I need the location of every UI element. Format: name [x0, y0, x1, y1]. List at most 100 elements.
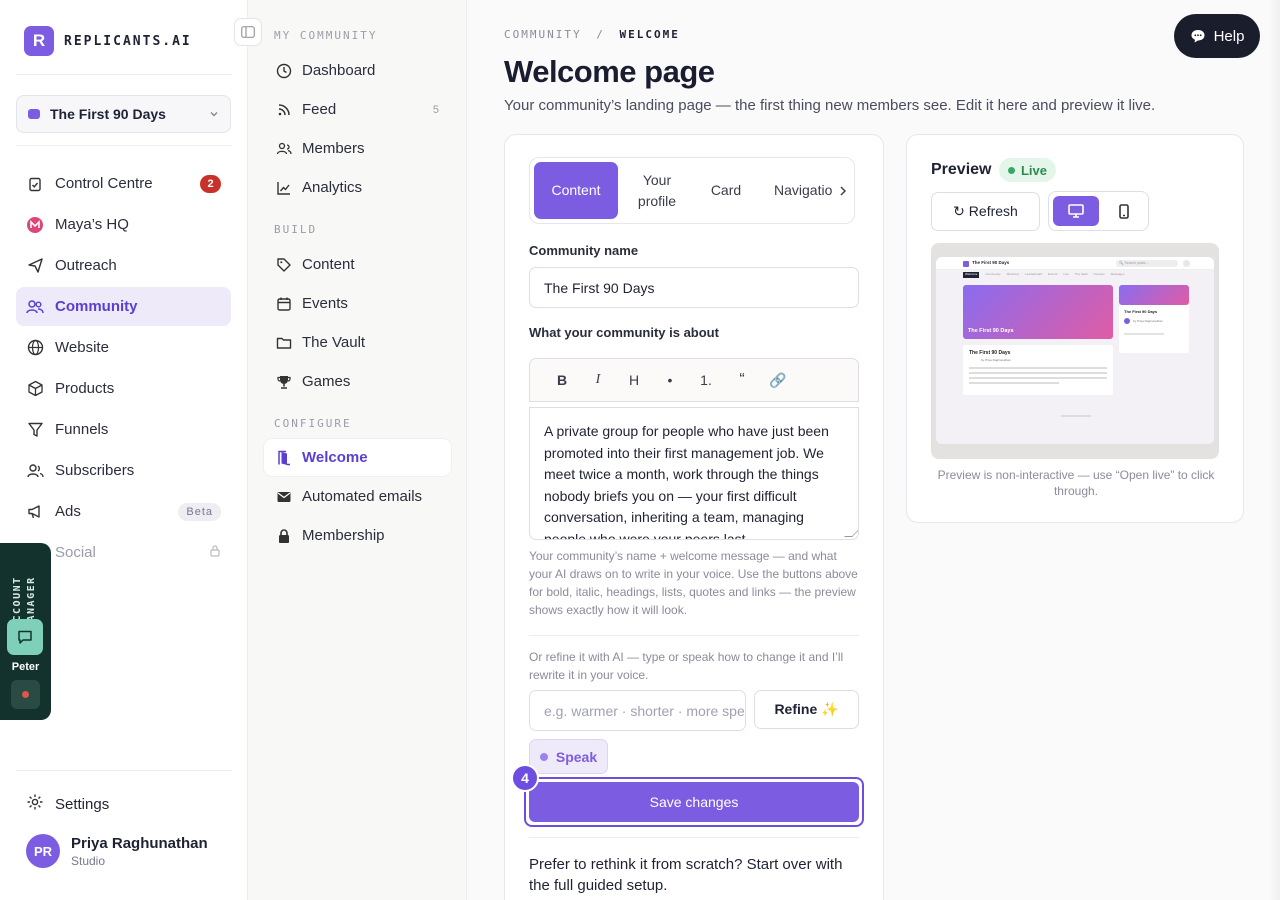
tab-your-profile[interactable]: Your profile [622, 162, 692, 219]
refine-button[interactable]: Refine ✨ [754, 690, 859, 729]
mini-hero-title: The First 90 Days [968, 328, 1014, 334]
mini-tab: Leaderboard [1025, 272, 1043, 276]
nav-item-label: Ads [55, 503, 81, 520]
nav-item-label: Funnels [55, 421, 109, 438]
mobile-icon [1119, 203, 1129, 219]
subnav-item-content[interactable]: Content [264, 246, 451, 283]
subnav-item-games[interactable]: Games [264, 363, 451, 400]
subnav-item-label: Feed [302, 101, 337, 118]
chat-icon [18, 630, 32, 644]
nav-item-funnels[interactable]: Funnels [16, 410, 231, 449]
mic-dot-icon [539, 752, 548, 761]
mini-tab: Members [1006, 272, 1020, 276]
mobile-view-button[interactable] [1101, 196, 1147, 226]
subnav-item-automated-emails[interactable]: Automated emails [264, 478, 451, 515]
user-profile[interactable]: PR Priya Raghunathan Studio [26, 834, 208, 868]
chevron-down-icon [210, 112, 218, 117]
account-manager-widget: ACCOUNT MANAGER Peter [0, 543, 51, 720]
account-manager-record-button[interactable] [11, 680, 40, 709]
brand[interactable]: R REPLICANTS.AI [24, 26, 192, 56]
preview-thumbnail: The First 90 Days 🔍 Search posts… Welcom… [931, 243, 1219, 459]
link-button[interactable]: 🔗 [760, 365, 796, 395]
community-name-input[interactable]: The First 90 Days [529, 267, 859, 308]
nav-item-label: Outreach [55, 257, 117, 274]
collapse-sidebar-button[interactable] [234, 18, 262, 46]
megaphone-icon [26, 503, 44, 521]
resize-handle[interactable] [844, 529, 858, 537]
subnav-item-members[interactable]: Members [264, 130, 451, 167]
format-toolbar: B I H • 1. “ 🔗 [529, 358, 859, 402]
breadcrumb-parent[interactable]: COMMUNITY [504, 28, 582, 41]
clock-icon [276, 63, 292, 79]
mini-search: 🔍 Search posts… [1116, 260, 1178, 267]
bold-button[interactable]: B [544, 365, 580, 395]
about-text: A private group for people who have just… [544, 423, 829, 540]
gear-icon [26, 793, 44, 815]
subnav-item-membership[interactable]: Membership [264, 517, 451, 554]
heading-button[interactable]: H [616, 365, 652, 395]
tab-content[interactable]: Content [534, 162, 618, 219]
nav-item-label: Subscribers [55, 462, 135, 479]
about-hint: Your community’s name + welcome message … [529, 549, 858, 617]
quote-button[interactable]: “ [724, 365, 760, 395]
help-button[interactable]: Help [1174, 14, 1260, 58]
nav-item-mayas-hq[interactable]: Maya’s HQ [16, 205, 231, 244]
editor-card: Content Your profile Card Navigation Com… [504, 134, 884, 900]
mini-card-byline: by Priya Raghunathan [981, 358, 1011, 362]
settings-link[interactable]: Settings [26, 793, 109, 815]
main-nav: Control Centre 2 Maya’s HQ Outreach Comm… [16, 164, 231, 574]
subnav-item-label: Games [302, 373, 351, 390]
brand-logo: R [24, 26, 54, 56]
subnav-item-the-vault[interactable]: The Vault [264, 324, 451, 361]
mini-avatar [1183, 260, 1190, 267]
workspace-name: The First 90 Days [50, 106, 166, 122]
nav-item-products[interactable]: Products [16, 369, 231, 408]
subnav-item-analytics[interactable]: Analytics [264, 169, 451, 206]
refresh-button[interactable]: ↻ Refresh [931, 192, 1040, 231]
about-textarea[interactable]: A private group for people who have just… [529, 407, 859, 540]
speak-button[interactable]: Speak [529, 739, 608, 774]
mini-about-card: The First 90 Days by Priya Raghunathan [963, 345, 1113, 395]
account-manager-name: Peter [11, 661, 40, 673]
tabs-scroll-right-button[interactable] [832, 158, 854, 223]
save-changes-button[interactable]: Save changes [529, 782, 859, 822]
mini-logo [963, 261, 969, 267]
box-icon [26, 380, 44, 398]
divider [16, 770, 232, 771]
subnav-item-welcome[interactable]: Welcome [264, 439, 451, 476]
subnav-section-my-community: MY COMMUNITY [274, 29, 378, 42]
save-button-focus-ring: Save changes [524, 777, 864, 827]
workspace-switcher[interactable]: The First 90 Days [16, 95, 231, 133]
desktop-icon [1068, 204, 1084, 218]
mini-tab: Courses [1093, 272, 1105, 276]
clipboard-icon [26, 175, 44, 193]
page-title: Welcome page [504, 54, 715, 89]
mini-card-title: The First 90 Days [969, 350, 1011, 356]
mini-tab: Events [1048, 272, 1058, 276]
subnav-item-dashboard[interactable]: Dashboard [264, 52, 451, 89]
italic-button[interactable]: I [580, 365, 616, 395]
subnav-item-feed[interactable]: Feed 5 [264, 91, 451, 128]
nav-item-subscribers[interactable]: Subscribers [16, 451, 231, 490]
nav-item-outreach[interactable]: Outreach [16, 246, 231, 285]
mini-text-line [1124, 333, 1164, 335]
bullet-list-button[interactable]: • [652, 365, 688, 395]
notification-badge: 2 [200, 174, 221, 193]
numbered-list-button[interactable]: 1. [688, 365, 724, 395]
desktop-view-button[interactable] [1053, 196, 1099, 226]
trophy-icon [276, 374, 292, 390]
nav-item-website[interactable]: Website [16, 328, 231, 367]
workspace-icon [28, 109, 40, 119]
subscribers-icon [26, 462, 44, 480]
divider [16, 145, 232, 146]
sidebar-toggle-icon [241, 26, 255, 38]
subnav-item-label: Dashboard [302, 62, 376, 79]
account-manager-chat-button[interactable] [7, 619, 43, 655]
refine-input[interactable]: e.g. warmer · shorter · more specific [529, 690, 746, 731]
nav-item-community[interactable]: Community [16, 287, 231, 326]
nav-item-ads[interactable]: Ads Beta [16, 492, 231, 531]
nav-item-label: Social [55, 544, 96, 561]
subnav-item-events[interactable]: Events [264, 285, 451, 322]
nav-item-control-centre[interactable]: Control Centre 2 [16, 164, 231, 203]
tab-card[interactable]: Card [696, 162, 756, 219]
